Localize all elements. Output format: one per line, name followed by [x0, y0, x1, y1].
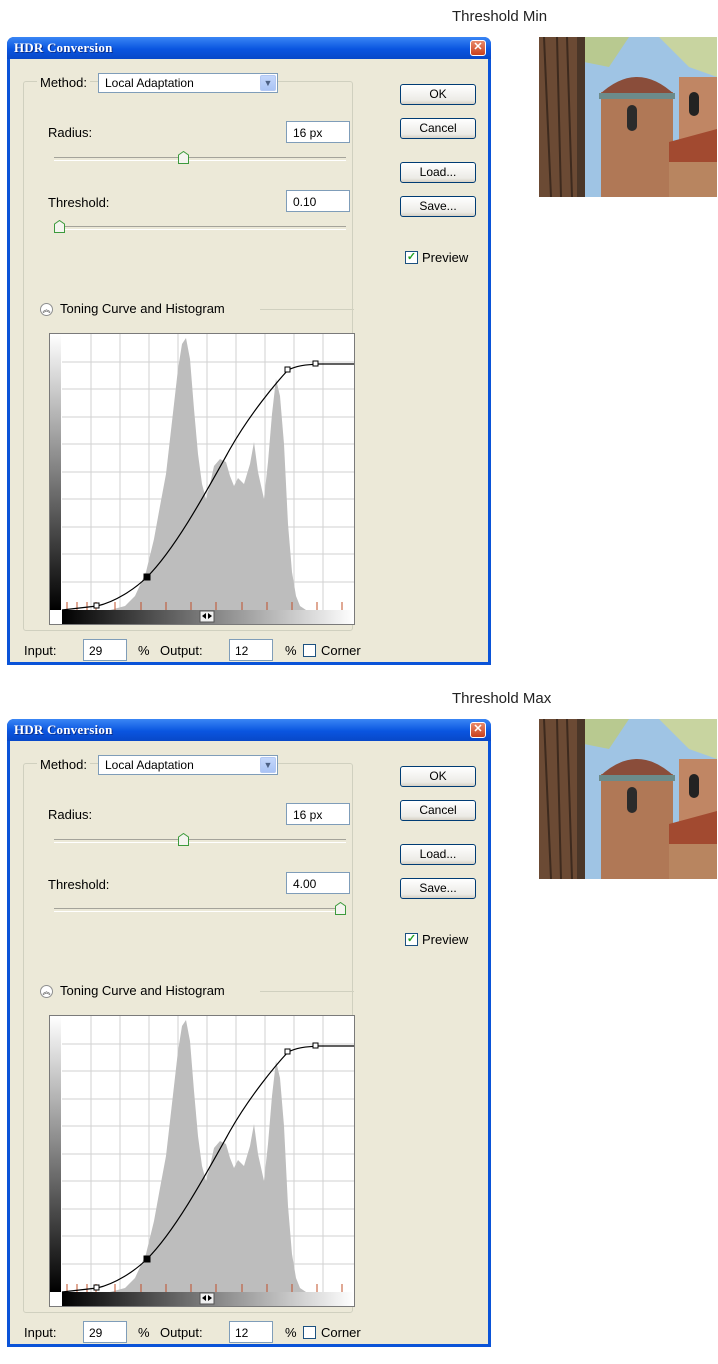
method-value: Local Adaptation — [105, 76, 194, 90]
load-button[interactable]: Load... — [400, 162, 476, 183]
dialog-body: Method: Local Adaptation ▼ Radius: 16 px… — [10, 59, 488, 662]
preview-label: Preview — [422, 932, 469, 947]
threshold-label: Threshold: — [48, 877, 110, 892]
method-select[interactable]: Local Adaptation ▼ — [98, 73, 278, 93]
close-icon[interactable]: ✕ — [470, 722, 486, 738]
close-icon[interactable]: ✕ — [470, 40, 486, 56]
preview-label: Preview — [422, 250, 469, 265]
save-button[interactable]: Save... — [400, 196, 476, 217]
slider-thumb-icon[interactable] — [54, 220, 65, 233]
input-unit: % — [138, 1325, 150, 1340]
radius-label: Radius: — [48, 125, 93, 140]
building-photo — [539, 37, 717, 197]
curve-point[interactable] — [284, 1048, 291, 1055]
chevron-down-icon[interactable]: ▼ — [260, 75, 276, 91]
section-label: Toning Curve and Histogram — [60, 301, 225, 316]
chevron-down-icon[interactable]: ▼ — [260, 757, 276, 773]
toning-curve-graph[interactable] — [49, 1015, 355, 1307]
radius-label: Radius: — [48, 807, 93, 822]
curve-point[interactable] — [93, 602, 100, 609]
radius-slider-track[interactable] — [54, 839, 346, 843]
corner-label: Corner — [321, 1325, 361, 1340]
output-field[interactable]: 12 — [229, 1321, 273, 1343]
method-value: Local Adaptation — [105, 758, 194, 772]
gradient-slider-handle[interactable] — [199, 1292, 215, 1305]
threshold-input[interactable]: 4.00 — [286, 872, 350, 894]
ok-button[interactable]: OK — [400, 84, 476, 105]
preview-checkbox[interactable]: ✓ — [405, 251, 418, 264]
cancel-button[interactable]: Cancel — [400, 800, 476, 821]
panel-threshold-min: Threshold Min HDR Conversion ✕ Method: L… — [0, 0, 718, 682]
output-unit: % — [285, 643, 297, 658]
curve-point[interactable] — [284, 366, 291, 373]
dialog-body: Method: Local Adaptation ▼ Radius: 16 px… — [10, 741, 488, 1344]
threshold-slider-track[interactable] — [54, 908, 346, 912]
output-label: Output: — [160, 643, 203, 658]
threshold-label: Threshold: — [48, 195, 110, 210]
histogram-area — [62, 338, 306, 610]
preview-thumbnail — [539, 37, 717, 197]
radius-input[interactable]: 16 px — [286, 121, 350, 143]
slider-thumb-icon[interactable] — [177, 151, 189, 164]
output-gradient-bar — [50, 1016, 61, 1292]
threshold-input[interactable]: 0.10 — [286, 190, 350, 212]
curve-point[interactable] — [312, 1042, 319, 1049]
input-label: Input: — [24, 643, 57, 658]
section-divider — [260, 991, 354, 992]
title-bar[interactable]: HDR Conversion ✕ — [7, 719, 491, 741]
corner-label: Corner — [321, 643, 361, 658]
method-label: Method: — [37, 75, 90, 90]
method-label: Method: — [37, 757, 90, 772]
input-unit: % — [138, 643, 150, 658]
curve-point-selected[interactable] — [143, 1255, 151, 1263]
toning-curve-graph[interactable] — [49, 333, 355, 625]
output-unit: % — [285, 1325, 297, 1340]
checkmark-icon: ✓ — [406, 933, 417, 945]
cancel-button[interactable]: Cancel — [400, 118, 476, 139]
ok-button[interactable]: OK — [400, 766, 476, 787]
input-field[interactable]: 29 — [83, 1321, 127, 1343]
curve-point[interactable] — [312, 360, 319, 367]
slider-thumb-icon[interactable] — [177, 833, 189, 846]
histogram-area — [62, 1020, 306, 1292]
building-photo — [539, 719, 717, 879]
window-title: HDR Conversion — [14, 722, 113, 737]
output-field[interactable]: 12 — [229, 639, 273, 661]
slider-thumb-icon[interactable] — [335, 902, 346, 915]
curve-point-selected[interactable] — [143, 573, 151, 581]
method-select[interactable]: Local Adaptation ▼ — [98, 755, 278, 775]
panel-threshold-max: Threshold Max HDR Conversion ✕ Method: L… — [0, 682, 718, 1364]
corner-checkbox[interactable] — [303, 644, 316, 657]
input-field[interactable]: 29 — [83, 639, 127, 661]
histogram-svg[interactable] — [50, 1016, 354, 1306]
window-title: HDR Conversion — [14, 40, 113, 55]
preview-thumbnail — [539, 719, 717, 879]
checkmark-icon: ✓ — [406, 251, 417, 263]
title-bar[interactable]: HDR Conversion ✕ — [7, 37, 491, 59]
save-button[interactable]: Save... — [400, 878, 476, 899]
section-divider — [260, 309, 354, 310]
hdr-conversion-window: HDR Conversion ✕ Method: Local Adaptatio… — [7, 719, 491, 1347]
radius-slider-track[interactable] — [54, 157, 346, 161]
preview-checkbox[interactable]: ✓ — [405, 933, 418, 946]
output-gradient-bar — [50, 334, 61, 610]
panel-caption: Threshold Min — [452, 8, 548, 25]
threshold-slider-track[interactable] — [54, 226, 346, 230]
double-chevron-up-icon[interactable]: ︽ — [40, 985, 53, 998]
panel-caption: Threshold Max — [452, 690, 552, 707]
radius-input[interactable]: 16 px — [286, 803, 350, 825]
output-label: Output: — [160, 1325, 203, 1340]
curve-point[interactable] — [93, 1284, 100, 1291]
double-chevron-up-icon[interactable]: ︽ — [40, 303, 53, 316]
input-label: Input: — [24, 1325, 57, 1340]
corner-checkbox[interactable] — [303, 1326, 316, 1339]
load-button[interactable]: Load... — [400, 844, 476, 865]
hdr-conversion-window: HDR Conversion ✕ Method: Local Adaptatio… — [7, 37, 491, 665]
section-label: Toning Curve and Histogram — [60, 983, 225, 998]
histogram-svg[interactable] — [50, 334, 354, 624]
gradient-slider-handle[interactable] — [199, 610, 215, 623]
